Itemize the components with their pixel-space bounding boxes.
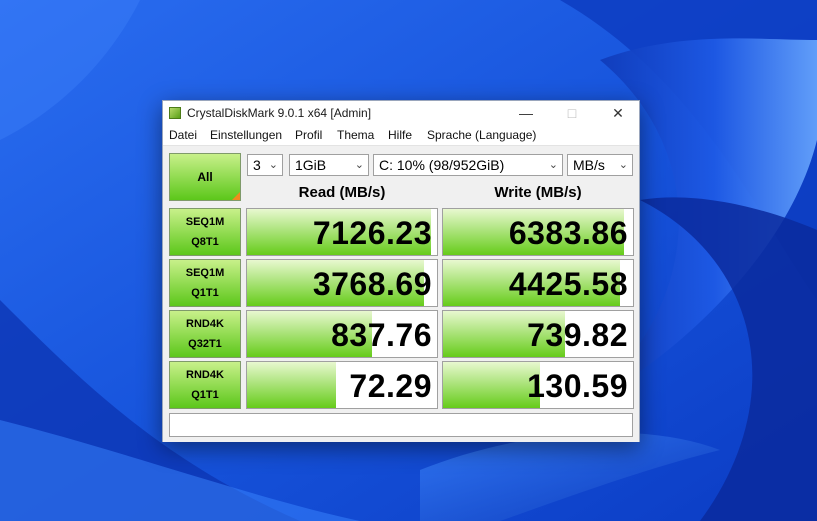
window-title: CrystalDiskMark 9.0.1 x64 [Admin] <box>187 106 372 120</box>
read-column-header: Read (MB/s) <box>298 184 386 201</box>
minimize-icon: — <box>519 105 533 121</box>
write-score-value: 739.82 <box>527 317 628 353</box>
unit-value: MB/s <box>573 157 605 173</box>
menu-profil[interactable]: Profil <box>295 128 322 142</box>
test-name-line2: Q1T1 <box>191 389 219 401</box>
maximize-button[interactable]: □ <box>549 101 595 125</box>
drive-value: C: 10% (98/952GiB) <box>379 157 505 173</box>
test-name-line1: SEQ1M <box>185 216 225 228</box>
menu-sprache[interactable]: Sprache (Language) <box>427 128 536 142</box>
read-result-cell: 7126.23 <box>246 208 438 256</box>
chevron-down-icon: ⌄ <box>548 159 558 171</box>
write-score-value: 4425.58 <box>508 266 628 302</box>
write-result-cell: 4425.58 <box>442 259 634 307</box>
read-result-cell: 837.76 <box>246 310 438 358</box>
test-name-line2: Q1T1 <box>191 287 219 299</box>
write-score-bar <box>443 362 540 408</box>
menu-bar: Datei Einstellungen Profil Thema Hilfe S… <box>163 125 639 145</box>
read-score-value: 7126.23 <box>312 215 432 251</box>
run-all-label: All <box>197 170 213 184</box>
read-score-bar <box>247 362 337 408</box>
run-all-button[interactable]: All <box>169 153 241 201</box>
app-icon <box>169 107 181 119</box>
test-count-select[interactable]: 3 ⌄ <box>247 154 283 176</box>
chevron-down-icon: ⌄ <box>618 159 628 171</box>
menu-einstellungen[interactable]: Einstellungen <box>210 128 282 142</box>
test-button-3[interactable]: RND4K Q1T1 <box>169 361 241 409</box>
crystaldiskmark-window: CrystalDiskMark 9.0.1 x64 [Admin] — □ ✕ … <box>162 100 640 442</box>
read-result-cell: 72.29 <box>246 361 438 409</box>
write-result-cell: 739.82 <box>442 310 634 358</box>
maximize-icon: □ <box>567 105 577 121</box>
unit-select[interactable]: MB/s ⌄ <box>567 154 633 176</box>
read-score-value: 837.76 <box>331 317 432 353</box>
menu-datei[interactable]: Datei <box>169 128 197 142</box>
menu-thema[interactable]: Thema <box>337 128 374 142</box>
read-score-value: 72.29 <box>349 368 432 404</box>
test-size-value: 1GiB <box>295 157 327 173</box>
test-size-select[interactable]: 1GiB ⌄ <box>289 154 369 176</box>
write-result-cell: 6383.86 <box>442 208 634 256</box>
benchmark-panel: All 3 ⌄ 1GiB ⌄ C: 10% (98/952GiB) ⌄ MB/s… <box>163 145 639 442</box>
test-name-line2: Q8T1 <box>191 236 219 248</box>
minimize-button[interactable]: — <box>503 101 549 125</box>
test-name-line1: RND4K <box>186 318 224 330</box>
write-column-header: Write (MB/s) <box>494 184 582 201</box>
test-name-line1: SEQ1M <box>185 267 225 279</box>
write-score-value: 6383.86 <box>508 215 628 251</box>
title-bar[interactable]: CrystalDiskMark 9.0.1 x64 [Admin] — □ ✕ <box>163 101 639 125</box>
test-name-line1: RND4K <box>186 369 224 381</box>
corner-marker-icon <box>232 192 240 200</box>
chevron-down-icon: ⌄ <box>268 159 278 171</box>
test-button-1[interactable]: SEQ1M Q1T1 <box>169 259 241 307</box>
close-button[interactable]: ✕ <box>595 101 641 125</box>
read-score-value: 3768.69 <box>312 266 432 302</box>
read-result-cell: 3768.69 <box>246 259 438 307</box>
menu-hilfe[interactable]: Hilfe <box>388 128 412 142</box>
test-count-value: 3 <box>253 157 261 173</box>
write-score-value: 130.59 <box>527 368 628 404</box>
test-button-0[interactable]: SEQ1M Q8T1 <box>169 208 241 256</box>
chevron-down-icon: ⌄ <box>354 159 364 171</box>
drive-select[interactable]: C: 10% (98/952GiB) ⌄ <box>373 154 563 176</box>
test-button-2[interactable]: RND4K Q32T1 <box>169 310 241 358</box>
close-icon: ✕ <box>612 104 624 121</box>
write-result-cell: 130.59 <box>442 361 634 409</box>
test-name-line2: Q32T1 <box>188 338 222 350</box>
comment-input[interactable] <box>169 413 633 437</box>
